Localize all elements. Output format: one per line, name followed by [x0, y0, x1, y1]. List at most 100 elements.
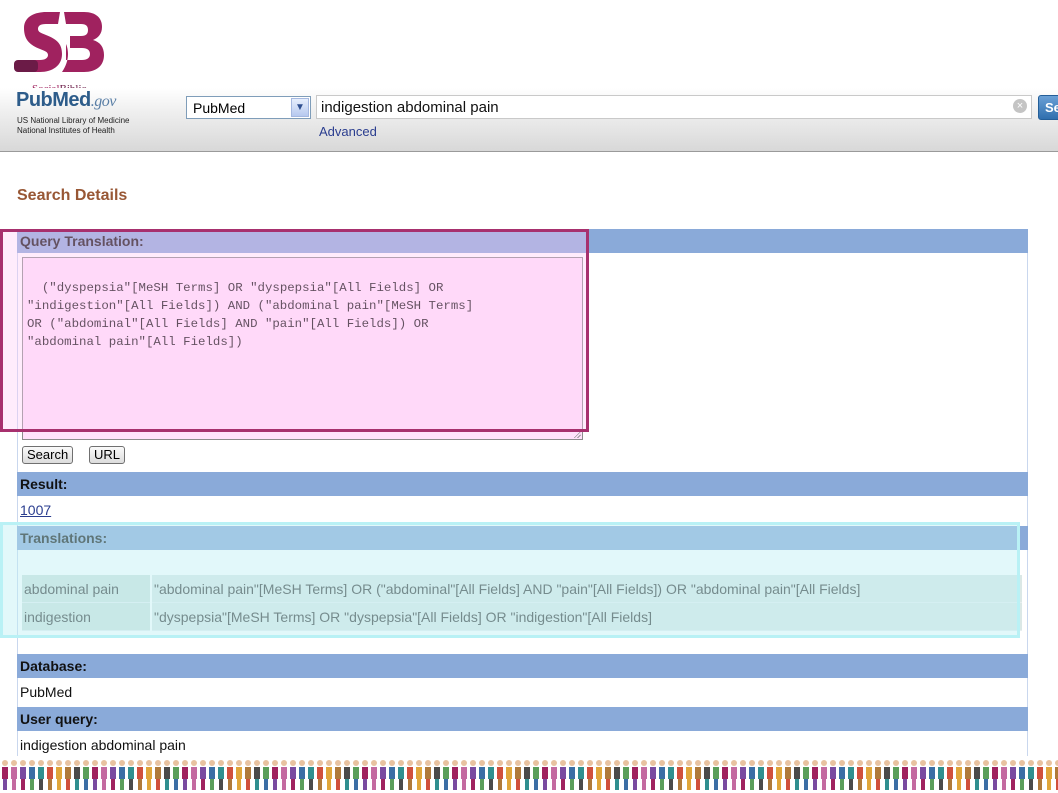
person-figure-icon — [164, 760, 170, 790]
person-figure-icon — [488, 760, 494, 790]
person-figure-icon — [722, 760, 728, 790]
person-figure-icon — [461, 760, 467, 790]
result-header: Result: — [17, 472, 1028, 496]
person-figure-icon — [533, 760, 539, 790]
person-figure-icon — [263, 760, 269, 790]
person-figure-icon — [470, 760, 476, 790]
person-figure-icon — [731, 760, 737, 790]
person-figure-icon — [317, 760, 323, 790]
database-select[interactable]: PubMed ▼ — [186, 96, 311, 119]
person-figure-icon — [632, 760, 638, 790]
person-figure-icon — [767, 760, 773, 790]
person-figure-icon — [938, 760, 944, 790]
person-figure-icon — [614, 760, 620, 790]
person-figure-icon — [1037, 760, 1043, 790]
person-figure-icon — [902, 760, 908, 790]
person-figure-icon — [173, 760, 179, 790]
person-figure-icon — [74, 760, 80, 790]
person-figure-icon — [245, 760, 251, 790]
person-figure-icon — [875, 760, 881, 790]
person-figure-icon — [569, 760, 575, 790]
person-figure-icon — [110, 760, 116, 790]
search-input[interactable]: indigestion abdominal pain × — [316, 95, 1032, 119]
person-figure-icon — [353, 760, 359, 790]
person-figure-icon — [254, 760, 260, 790]
database-select-value: PubMed — [193, 100, 246, 116]
person-figure-icon — [704, 760, 710, 790]
person-figure-icon — [866, 760, 872, 790]
person-figure-icon — [362, 760, 368, 790]
person-figure-icon — [776, 760, 782, 790]
person-figure-icon — [83, 760, 89, 790]
person-figure-icon — [560, 760, 566, 790]
person-figure-icon — [929, 760, 935, 790]
person-figure-icon — [119, 760, 125, 790]
person-figure-icon — [542, 760, 548, 790]
person-figure-icon — [200, 760, 206, 790]
person-figure-icon — [884, 760, 890, 790]
person-figure-icon — [47, 760, 53, 790]
person-figure-icon — [416, 760, 422, 790]
page-title: Search Details — [17, 187, 128, 204]
person-figure-icon — [407, 760, 413, 790]
person-figure-icon — [515, 760, 521, 790]
person-figure-icon — [92, 760, 98, 790]
advanced-link[interactable]: Advanced — [319, 124, 377, 139]
socialbiblio-logo: SocialBiblio — [14, 10, 108, 95]
person-figure-icon — [11, 760, 17, 790]
highlight-query-translation — [0, 229, 589, 432]
person-figure-icon — [911, 760, 917, 790]
person-figure-icon — [857, 760, 863, 790]
url-button[interactable]: URL — [89, 446, 126, 464]
search-button[interactable]: Search — [1038, 95, 1058, 120]
person-figure-icon — [641, 760, 647, 790]
person-figure-icon — [335, 760, 341, 790]
person-figure-icon — [299, 760, 305, 790]
person-figure-icon — [758, 760, 764, 790]
person-figure-icon — [956, 760, 962, 790]
person-figure-icon — [56, 760, 62, 790]
person-figure-icon — [479, 760, 485, 790]
person-figure-icon — [191, 760, 197, 790]
person-figure-icon — [146, 760, 152, 790]
person-figure-icon — [974, 760, 980, 790]
person-figure-icon — [695, 760, 701, 790]
person-figure-icon — [236, 760, 242, 790]
person-figure-icon — [794, 760, 800, 790]
clear-icon[interactable]: × — [1013, 99, 1027, 113]
person-figure-icon — [182, 760, 188, 790]
person-figure-icon — [992, 760, 998, 790]
person-figure-icon — [605, 760, 611, 790]
pubmed-logo[interactable]: PubMed.gov — [16, 89, 116, 112]
person-figure-icon — [1001, 760, 1007, 790]
person-figure-icon — [677, 760, 683, 790]
chevron-down-icon[interactable]: ▼ — [291, 98, 309, 117]
person-figure-icon — [821, 760, 827, 790]
person-figure-icon — [272, 760, 278, 790]
person-figure-icon — [506, 760, 512, 790]
person-figure-icon — [209, 760, 215, 790]
person-figure-icon — [830, 760, 836, 790]
person-figure-icon — [443, 760, 449, 790]
nlm-subtitle: US National Library of Medicine National… — [17, 116, 130, 135]
database-header: Database: — [17, 654, 1028, 678]
person-figure-icon — [686, 760, 692, 790]
user-query-header: User query: — [17, 707, 1028, 731]
people-strip-decoration — [2, 760, 1058, 790]
person-figure-icon — [29, 760, 35, 790]
person-figure-icon — [983, 760, 989, 790]
person-figure-icon — [434, 760, 440, 790]
person-figure-icon — [803, 760, 809, 790]
person-figure-icon — [281, 760, 287, 790]
query-search-button[interactable]: Search — [22, 446, 74, 464]
result-count-link[interactable]: 1007 — [20, 502, 51, 518]
person-figure-icon — [893, 760, 899, 790]
user-query-value: indigestion abdominal pain — [20, 737, 186, 753]
search-input-value: indigestion abdominal pain — [321, 99, 499, 116]
socialbiblio-logo-icon — [14, 12, 104, 72]
person-figure-icon — [344, 760, 350, 790]
person-figure-icon — [380, 760, 386, 790]
person-figure-icon — [1019, 760, 1025, 790]
person-figure-icon — [137, 760, 143, 790]
person-figure-icon — [623, 760, 629, 790]
